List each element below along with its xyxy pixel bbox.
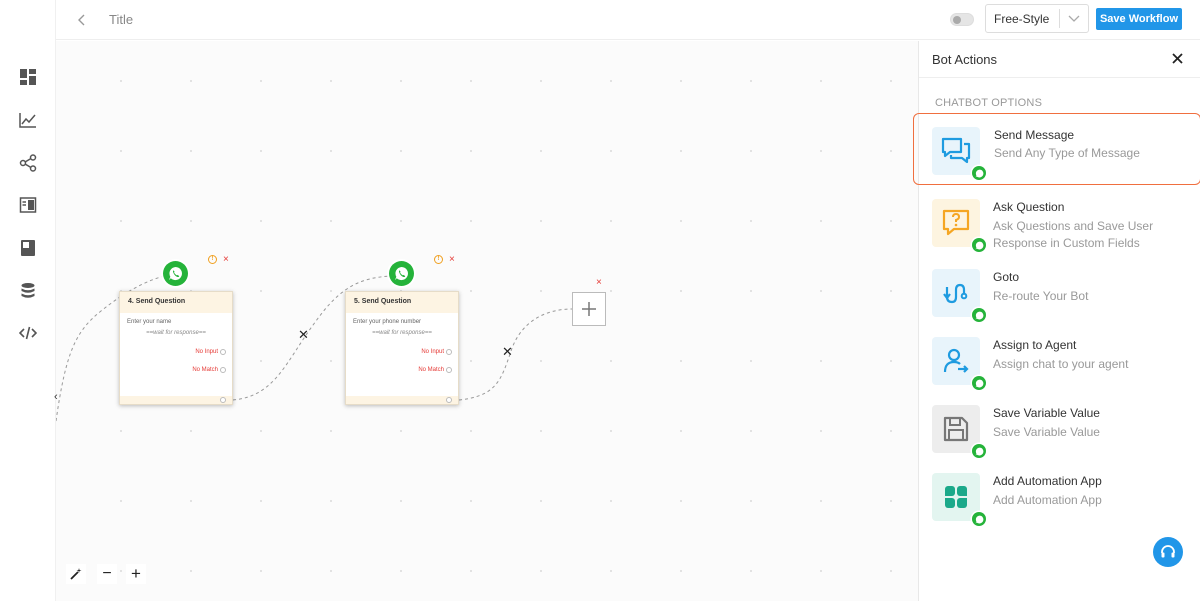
bot-actions-panel: Bot Actions CHATBOT OPTIONS Send Message…	[913, 41, 1200, 601]
action-name: Assign to Agent	[993, 338, 1077, 352]
node-title: 4. Send Question	[120, 292, 232, 313]
node-output-no-match[interactable]: No Match	[346, 367, 458, 385]
mode-select[interactable]: Free-Style	[985, 4, 1089, 33]
node-title: 5. Send Question	[346, 292, 458, 313]
analytics-chart-icon[interactable]	[17, 109, 39, 131]
action-name: Goto	[993, 270, 1020, 284]
database-icon[interactable]	[17, 280, 39, 302]
node-output-no-input[interactable]: No Input	[120, 349, 232, 367]
output-label: No Match	[418, 367, 444, 373]
toggle-switch[interactable]	[950, 13, 974, 26]
close-icon[interactable]	[1170, 51, 1184, 65]
workflow-canvas[interactable]: ‹ ! × 4. Send Question Enter your name =…	[54, 41, 918, 601]
zoom-out-button[interactable]: −	[97, 564, 117, 584]
whatsapp-icon	[972, 512, 986, 526]
add-node-button[interactable]	[572, 292, 606, 326]
action-save-variable-value[interactable]: Save Variable Value Save Variable Value	[919, 405, 1200, 467]
action-name: Ask Question	[993, 200, 1065, 214]
action-name: Send Message	[994, 128, 1075, 142]
output-port[interactable]	[446, 367, 452, 373]
chevron-down-icon	[1060, 15, 1088, 23]
node-send-question-5[interactable]: 5. Send Question Enter your phone number…	[345, 291, 459, 405]
action-description: Save Variable Value	[993, 425, 1100, 439]
node-prompt: Enter your phone number	[353, 319, 422, 325]
mode-select-value: Free-Style	[994, 11, 1050, 26]
node-wait-text: ==wait for response==	[146, 330, 206, 336]
action-add-automation-app[interactable]: Add Automation App Add Automation App	[919, 473, 1200, 535]
output-label: No Input	[195, 349, 218, 355]
node-close-icon[interactable]: ×	[223, 255, 229, 265]
action-send-message[interactable]: Send Message Send Any Type of Message	[913, 113, 1200, 185]
back-chevron-icon[interactable]	[72, 10, 92, 30]
wire-delete-icon[interactable]: ✕	[298, 328, 309, 341]
magic-wand-icon[interactable]	[66, 564, 86, 584]
dashboard-icon[interactable]	[17, 66, 39, 88]
action-ask-question[interactable]: Ask Question Ask Questions and Save User…	[919, 199, 1200, 261]
action-assign-to-agent[interactable]: Assign to Agent Assign chat to your agen…	[919, 337, 1200, 399]
next-port[interactable]	[220, 397, 226, 403]
action-goto[interactable]: Goto Re-route Your Bot	[919, 269, 1200, 331]
node-footer	[120, 396, 232, 404]
headset-support-icon[interactable]	[1153, 537, 1183, 567]
node-close-icon[interactable]: ×	[449, 255, 455, 265]
plus-icon	[582, 302, 596, 316]
action-description: Assign chat to your agent	[993, 357, 1129, 371]
action-description: Add Automation App	[993, 493, 1102, 507]
whatsapp-icon	[972, 444, 986, 458]
whatsapp-icon	[389, 261, 414, 286]
whatsapp-icon	[972, 166, 986, 180]
node-output-no-input[interactable]: No Input	[346, 349, 458, 367]
action-description: Ask Questions and Save User Response in …	[993, 219, 1154, 250]
wire-node-5-to-add	[458, 308, 573, 401]
warning-icon[interactable]: !	[208, 255, 217, 264]
warning-icon[interactable]: !	[434, 255, 443, 264]
action-name: Save Variable Value	[993, 406, 1100, 420]
top-bar: Title Free-Style Save Workflow	[56, 0, 1200, 40]
action-description: Re-route Your Bot	[993, 289, 1089, 303]
section-label: CHATBOT OPTIONS	[935, 97, 1043, 109]
output-label: No Match	[192, 367, 218, 373]
wire-delete-icon[interactable]: ✕	[502, 345, 513, 358]
panel-title: Bot Actions	[932, 52, 998, 67]
whatsapp-icon	[163, 261, 188, 286]
book-icon[interactable]	[17, 237, 39, 259]
whatsapp-icon	[972, 308, 986, 322]
panel-header: Bot Actions	[919, 41, 1200, 78]
node-send-question-4[interactable]: 4. Send Question Enter your name ==wait …	[119, 291, 233, 405]
left-arrow-icon: ‹	[54, 391, 58, 403]
workflow-title[interactable]: Title	[109, 12, 133, 27]
left-sidebar	[0, 0, 56, 601]
add-node-close-icon[interactable]: ×	[596, 278, 602, 288]
code-icon[interactable]	[17, 322, 39, 344]
node-footer	[346, 396, 458, 404]
whatsapp-icon	[972, 238, 986, 252]
node-output-no-match[interactable]: No Match	[120, 367, 232, 385]
output-port[interactable]	[446, 349, 452, 355]
output-port[interactable]	[220, 367, 226, 373]
whatsapp-icon	[972, 376, 986, 390]
output-label: No Input	[421, 349, 444, 355]
workflow-share-icon[interactable]	[17, 152, 39, 174]
node-prompt: Enter your name	[127, 319, 172, 325]
zoom-in-button[interactable]: +	[126, 564, 146, 584]
action-description: Send Any Type of Message	[994, 146, 1140, 160]
output-port[interactable]	[220, 349, 226, 355]
next-port[interactable]	[446, 397, 452, 403]
save-workflow-button[interactable]: Save Workflow	[1096, 8, 1182, 30]
layout-panel-icon[interactable]	[17, 194, 39, 216]
action-name: Add Automation App	[993, 474, 1102, 488]
node-wait-text: ==wait for response==	[372, 330, 432, 336]
